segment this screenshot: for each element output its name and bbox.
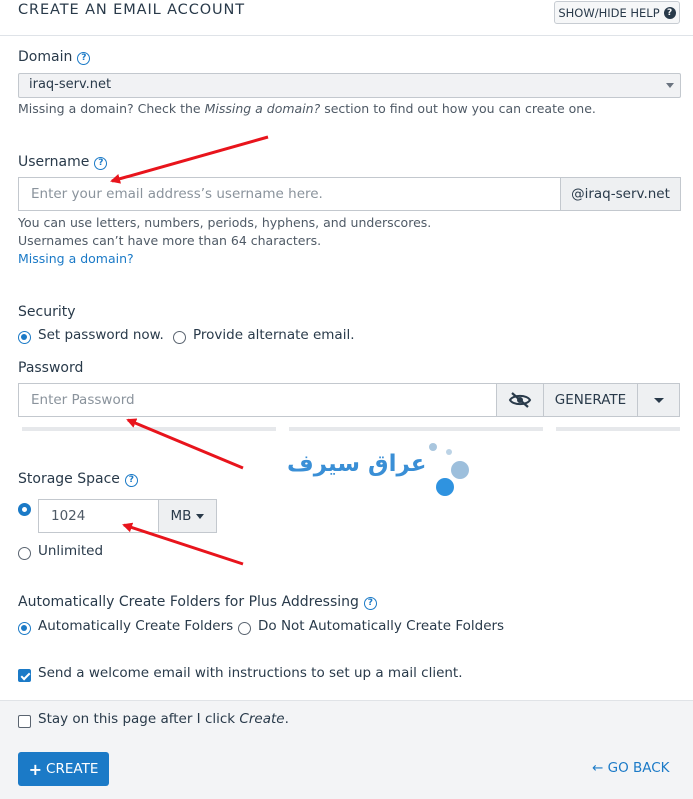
help-icon: ? (663, 6, 676, 19)
chevron-down-icon (666, 83, 674, 88)
strength-meter-segment (556, 427, 680, 431)
domain-select[interactable]: iraq-serv.net (18, 73, 681, 98)
toggle-visibility-button[interactable] (496, 383, 544, 417)
set-password-label: Set password now. (38, 327, 164, 343)
domain-help-suffix: section to find out how you can create o… (320, 101, 596, 116)
plus-icon: + (28, 759, 43, 779)
auto-folders-label: Automatically Create Folders (38, 618, 234, 634)
welcome-email-label: Send a welcome email with instructions t… (38, 665, 463, 681)
storage-unlimited-radio[interactable] (18, 547, 31, 560)
storage-label: Storage Space? (18, 471, 138, 487)
generate-password-button[interactable]: GENERATE (543, 383, 638, 417)
folders-label-text: Automatically Create Folders for Plus Ad… (18, 594, 359, 610)
username-help-icon[interactable]: ? (94, 156, 108, 170)
username-label-text: Username (18, 154, 90, 170)
storage-unit-label: MB (170, 508, 192, 524)
auto-folders-radio[interactable] (18, 622, 31, 635)
strength-meter-segment (22, 427, 276, 431)
missing-domain-link[interactable]: Missing a domain? (18, 251, 134, 266)
eye-slash-icon (508, 392, 532, 408)
no-auto-folders-label: Do Not Automatically Create Folders (258, 618, 505, 634)
domain-help-icon[interactable]: ? (77, 51, 91, 65)
domain-select-value: iraq-serv.net (29, 77, 112, 92)
folders-label: Automatically Create Folders for Plus Ad… (18, 594, 377, 610)
create-button[interactable]: + CREATE (18, 752, 109, 786)
username-help-line1: You can use letters, numbers, periods, h… (18, 215, 432, 230)
page-header: CREATE AN EMAIL ACCOUNT SHOW/HIDE HELP ? (0, 0, 693, 36)
go-back-label: GO BACK (607, 760, 670, 776)
storage-quota-value: 1024 (51, 508, 86, 524)
storage-custom-radio[interactable] (18, 503, 31, 516)
username-suffix-text: @iraq-serv.net (571, 186, 670, 202)
set-password-radio[interactable] (18, 331, 31, 344)
password-input[interactable]: Enter Password (18, 383, 497, 417)
stay-on-page-label: Stay on this page after I click Create. (38, 711, 289, 727)
generate-options-dropdown[interactable] (637, 383, 680, 417)
arrow-left-icon: ← (592, 760, 604, 776)
username-domain-suffix: @iraq-serv.net (560, 177, 681, 211)
show-hide-help-button[interactable]: SHOW/HIDE HELP ? (554, 1, 680, 24)
username-input[interactable]: Enter your email address’s username here… (18, 177, 561, 211)
username-placeholder: Enter your email address’s username here… (31, 186, 323, 202)
username-label: Username? (18, 154, 108, 170)
caret-down-icon (196, 513, 205, 519)
domain-label-text: Domain (18, 49, 73, 65)
storage-quota-input[interactable]: 1024 (38, 499, 159, 533)
alternate-email-radio[interactable] (173, 331, 186, 344)
folders-help-icon[interactable]: ? (363, 596, 377, 610)
stay-on-page-checkbox[interactable] (18, 715, 31, 728)
security-label: Security (18, 304, 76, 320)
alternate-email-label: Provide alternate email. (193, 327, 355, 343)
stay-suffix: . (284, 711, 289, 727)
storage-unlimited-label: Unlimited (38, 543, 104, 559)
arrow-to-username (110, 135, 269, 184)
go-back-link[interactable]: ← GO BACK (592, 760, 670, 776)
stay-em: Create (239, 711, 285, 727)
storage-help-icon[interactable]: ? (124, 473, 138, 487)
create-label: CREATE (46, 761, 99, 777)
storage-label-text: Storage Space (18, 471, 120, 487)
page-title: CREATE AN EMAIL ACCOUNT (18, 2, 246, 18)
logo-text: عراق سيرف (287, 451, 427, 477)
username-help-line2: Usernames can’t have more than 64 charac… (18, 233, 322, 248)
welcome-email-checkbox[interactable] (18, 669, 31, 682)
password-label: Password (18, 360, 84, 376)
strength-meter-segment (289, 427, 543, 431)
storage-unit-dropdown[interactable]: MB (158, 499, 217, 533)
password-placeholder: Enter Password (31, 392, 135, 408)
no-auto-folders-radio[interactable] (238, 622, 251, 635)
domain-label: Domain? (18, 49, 91, 65)
domain-help-em: Missing a domain? (204, 101, 321, 116)
stay-prefix: Stay on this page after I click (38, 711, 240, 727)
caret-down-icon (653, 397, 664, 403)
site-logo: عراق سيرف (285, 441, 475, 499)
show-hide-help-label: SHOW/HIDE HELP (558, 5, 660, 20)
domain-help-text: Missing a domain? Check the Missing a do… (18, 101, 596, 116)
generate-label: GENERATE (554, 392, 627, 408)
domain-help-prefix: Missing a domain? Check the (18, 101, 205, 116)
